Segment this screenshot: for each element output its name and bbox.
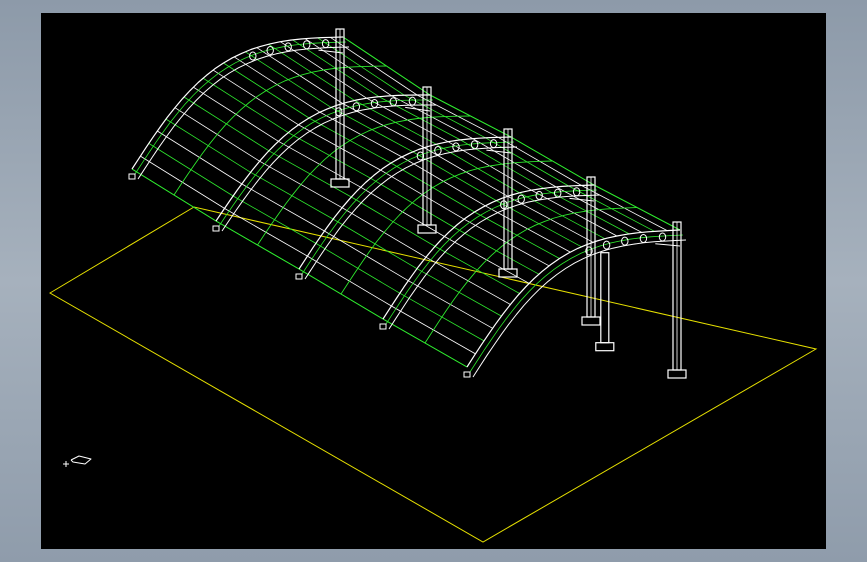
arch-top-chord [131,36,344,170]
arch-brace [405,106,431,112]
column-base-plate [330,178,350,188]
arch-end-cap [295,273,303,280]
arch-bottom-chord [388,194,601,330]
arch-green-line [385,189,598,325]
arch-cutout [321,39,330,49]
arch-green-line [218,99,433,227]
arch-cutout [470,140,479,150]
ucs-icon [63,455,92,467]
arch-cutout [408,96,417,106]
arch-cutout [452,142,460,152]
column-base-plate [667,369,687,379]
arch-cutout [639,234,648,243]
membrane-seam [340,160,553,295]
column [600,252,610,344]
arch-end-cap [128,173,136,180]
canopy-drawing [49,28,818,543]
arch-end-cap [379,323,387,330]
cad-viewport[interactable] [41,13,826,549]
arch-end-cap [463,371,471,378]
arch-green-line [469,234,684,373]
arch-brace [318,49,344,54]
arch-cutout [621,236,629,246]
column-base-plate [595,342,615,352]
arch-brace [655,243,681,247]
membrane-seam [173,65,387,196]
membrane-seam [257,115,471,246]
ucs-box [70,455,92,465]
column-base-plate [581,316,601,326]
arch-end-cap [212,225,220,232]
arch-top-chord [298,136,512,270]
arch-cutout [303,40,311,50]
arch-cutout [658,232,667,242]
membrane-seam [424,207,638,344]
arch-top-chord [382,184,595,320]
arch-bottom-chord [472,239,687,378]
column-base-plate [498,268,518,278]
